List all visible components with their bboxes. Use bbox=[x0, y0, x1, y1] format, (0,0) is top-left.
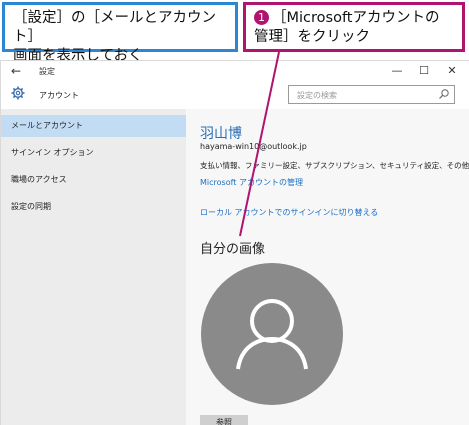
callout-right-line2: 管理］をクリック bbox=[254, 29, 370, 45]
instruction-callout-left: ［設定］の［メールとアカウント］ 画面を表示しておく bbox=[2, 2, 238, 64]
gear-icon bbox=[11, 86, 25, 100]
sidebar-item-email-accounts[interactable]: メールとアカウント bbox=[1, 115, 186, 137]
account-content: 羽山博 hayama-win10@outlook.jp 支払い情報、ファミリー設… bbox=[186, 109, 469, 425]
maximize-button[interactable]: ☐ bbox=[414, 64, 434, 77]
user-email: hayama-win10@outlook.jp bbox=[200, 142, 307, 151]
your-picture-heading: 自分の画像 bbox=[200, 242, 266, 257]
avatar bbox=[201, 263, 343, 405]
title-bar: ← 設定 — ☐ ✕ bbox=[1, 61, 469, 83]
manage-microsoft-account-link[interactable]: Microsoft アカウントの管理 bbox=[200, 177, 303, 188]
user-silhouette-icon bbox=[236, 299, 308, 370]
browse-button[interactable]: 参照 bbox=[200, 415, 248, 425]
instruction-callout-right: 1 ［Microsoftアカウントの 管理］をクリック bbox=[243, 2, 465, 52]
callout-right-text1: ［Microsoftアカウントの bbox=[272, 10, 440, 26]
search-icon[interactable] bbox=[438, 88, 450, 100]
user-name: 羽山博 bbox=[200, 126, 242, 142]
minimize-button[interactable]: — bbox=[387, 64, 407, 77]
close-button[interactable]: ✕ bbox=[442, 64, 462, 77]
page-title: アカウント bbox=[39, 91, 79, 100]
search-placeholder: 設定の検索 bbox=[297, 91, 337, 100]
window-title: 設定 bbox=[39, 67, 55, 76]
settings-window: ← 設定 — ☐ ✕ アカウント 設定の検索 メールとアカウント サインイン オ… bbox=[0, 60, 469, 425]
callout-left-line1: ［設定］の［メールとアカウント］ bbox=[13, 10, 216, 45]
callout-right-line1: 1 ［Microsoftアカウントの bbox=[254, 9, 454, 28]
search-input[interactable]: 設定の検索 bbox=[288, 85, 455, 104]
sidebar-item-signin-options[interactable]: サインイン オプション bbox=[1, 142, 186, 164]
page-header: アカウント 設定の検索 bbox=[1, 83, 469, 109]
sidebar-item-work-access[interactable]: 職場のアクセス bbox=[1, 169, 186, 191]
back-button[interactable]: ← bbox=[11, 64, 21, 78]
sidebar-item-sync-settings[interactable]: 設定の同期 bbox=[1, 196, 186, 218]
sidebar: メールとアカウント サインイン オプション 職場のアクセス 設定の同期 bbox=[1, 109, 186, 425]
step-number-badge: 1 bbox=[254, 10, 269, 25]
account-info-text: 支払い情報、ファミリー設定、サブスクリプション、セキュリティ設定、その他 bbox=[200, 161, 469, 170]
switch-to-local-account-link[interactable]: ローカル アカウントでのサインインに切り替える bbox=[200, 207, 378, 218]
